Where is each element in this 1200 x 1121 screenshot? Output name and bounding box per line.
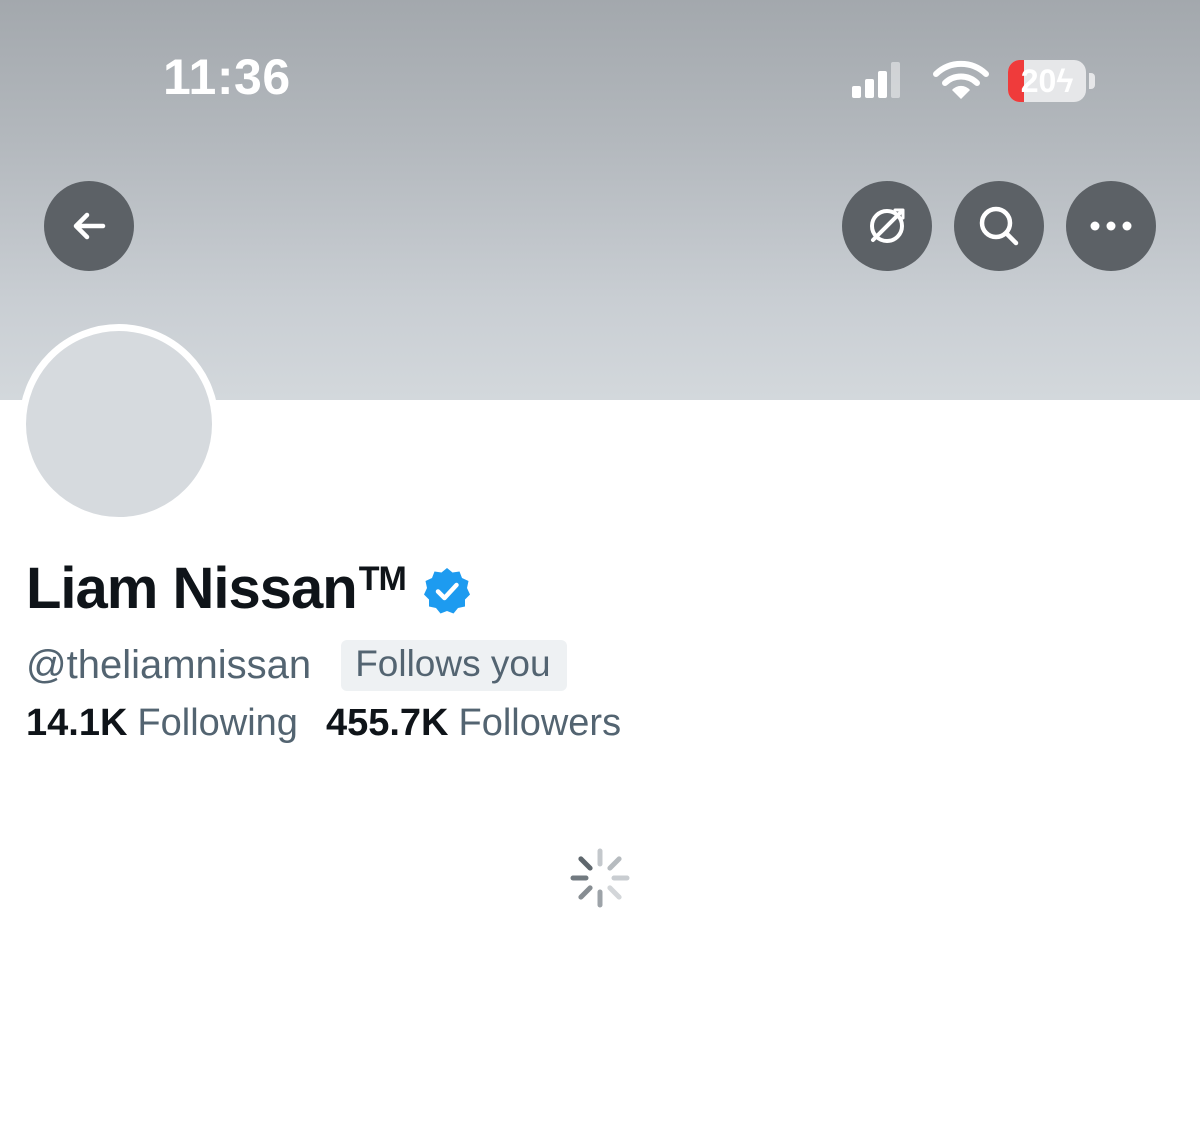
- profile-name-row: Liam NissanTM: [26, 556, 472, 623]
- battery-level: 20: [1020, 63, 1057, 99]
- username-handle: @theliamnissan: [26, 643, 312, 688]
- status-time: 11:36: [163, 49, 291, 105]
- following-count: 14.1K: [26, 702, 128, 744]
- wifi-icon: [933, 60, 989, 99]
- follows-you-badge: Follows you: [341, 640, 567, 691]
- avatar[interactable]: [19, 324, 219, 524]
- trademark-mark: TM: [358, 560, 407, 598]
- more-dots-icon: [1090, 221, 1132, 231]
- translate-globe-icon: [870, 208, 905, 243]
- charging-bolt-icon: ϟ: [1056, 63, 1074, 99]
- followers-link[interactable]: 455.7K Followers: [326, 702, 621, 745]
- signal-icon: [852, 62, 900, 98]
- followers-count: 455.7K: [325, 702, 449, 744]
- search-button[interactable]: [954, 181, 1044, 271]
- battery-tip: [1089, 73, 1095, 89]
- follow-stats: 14.1K Following 455.7K Followers: [26, 702, 621, 745]
- back-arrow-icon: [73, 212, 106, 240]
- back-button[interactable]: [44, 181, 134, 271]
- translate-button[interactable]: [842, 181, 932, 271]
- handle-row: @theliamnissan Follows you: [26, 640, 567, 691]
- following-link[interactable]: 14.1K Following: [26, 702, 298, 745]
- display-name: Liam NissanTM: [26, 556, 407, 621]
- more-button[interactable]: [1066, 181, 1156, 271]
- verified-badge-icon[interactable]: [422, 566, 472, 616]
- search-icon: [979, 206, 1019, 246]
- following-label: Following: [137, 702, 298, 744]
- loading-spinner-icon: [570, 848, 630, 908]
- followers-label: Followers: [458, 702, 622, 744]
- battery-charging-icon: 20ϟ: [1008, 60, 1086, 102]
